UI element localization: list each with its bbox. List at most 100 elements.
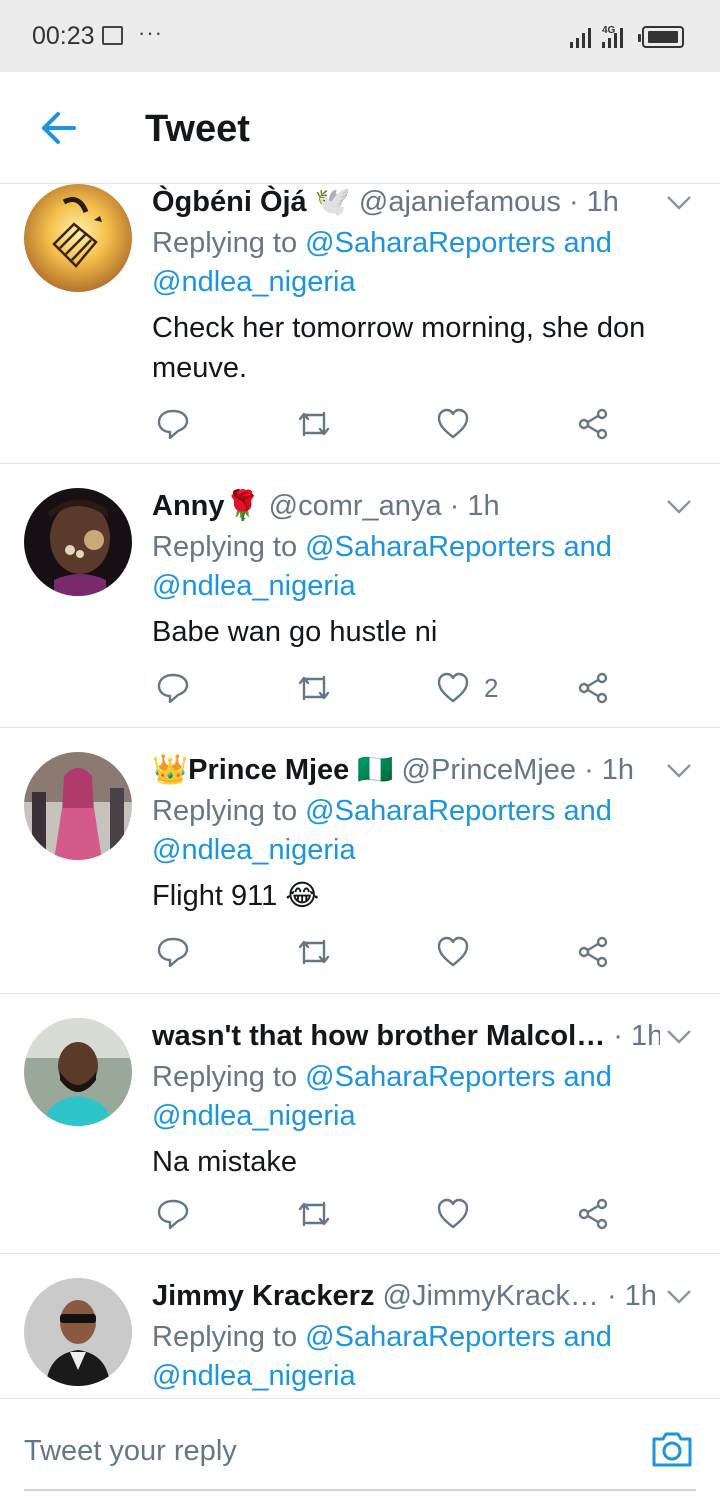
share-icon xyxy=(578,408,608,440)
replying-to: Replying to @SaharaReporters and xyxy=(152,1318,612,1357)
reply-button[interactable] xyxy=(156,404,204,444)
tweet-text: Flight 911 😂 xyxy=(152,880,320,912)
tweet-time: · 1h xyxy=(613,1020,660,1052)
share-button[interactable] xyxy=(576,668,610,708)
retweet-button[interactable] xyxy=(296,668,346,708)
reply-button[interactable] xyxy=(156,932,204,972)
mention-link[interactable]: @ndlea_nigeria xyxy=(152,1097,356,1136)
heart-icon xyxy=(437,408,469,439)
avatar[interactable] xyxy=(24,1018,132,1126)
replying-prefix: Replying to xyxy=(152,795,298,827)
reply-icon xyxy=(157,1199,189,1230)
chevron-down-icon[interactable] xyxy=(666,1028,692,1046)
replying-to: Replying to @SaharaReporters and xyxy=(152,224,612,263)
mention-link[interactable]: @ndlea_nigeria xyxy=(152,567,356,606)
mention-link[interactable]: @SaharaReporters and xyxy=(305,1321,612,1353)
retweet-button[interactable] xyxy=(296,932,346,972)
tweet-actions: 2 xyxy=(152,668,632,708)
author-name[interactable]: Ògbéni Òjá 🕊️ xyxy=(152,186,351,218)
camera-icon[interactable] xyxy=(650,1429,694,1469)
share-button[interactable] xyxy=(576,1194,610,1234)
tweet-time: · 1h xyxy=(568,186,619,218)
tweet-actions xyxy=(152,1194,632,1234)
replying-to: Replying to @SaharaReporters and xyxy=(152,1058,612,1097)
replying-prefix: Replying to xyxy=(152,531,298,563)
author-name[interactable]: Anny🌹 xyxy=(152,490,261,522)
tweet-actions xyxy=(152,932,632,972)
replying-to: Replying to @SaharaReporters and xyxy=(152,792,612,831)
reply-composer xyxy=(0,1398,720,1500)
tweet-time: · 1h xyxy=(606,1280,657,1312)
reply-underline xyxy=(24,1489,696,1491)
reply-icon xyxy=(157,673,189,704)
share-icon xyxy=(578,672,608,704)
tweet-header: Jimmy Krackerz @JimmyKrack… · 1h xyxy=(152,1276,660,1316)
heart-icon xyxy=(437,936,469,967)
author-handle[interactable]: @JimmyKrack… xyxy=(383,1280,599,1312)
mention-link[interactable]: @SaharaReporters and xyxy=(305,1061,612,1093)
avatar[interactable] xyxy=(24,752,132,860)
network-type: 4G xyxy=(602,25,616,36)
chevron-down-icon[interactable] xyxy=(666,194,692,212)
reply-icon xyxy=(157,409,189,440)
chevron-down-icon[interactable] xyxy=(666,1288,692,1306)
tweet-header: wasn't that how brother Malcol… · 1h xyxy=(152,1016,660,1056)
author-handle[interactable]: @PrinceMjee xyxy=(402,754,577,786)
app-header: Tweet xyxy=(0,72,720,184)
like-button[interactable] xyxy=(436,932,484,972)
share-button[interactable] xyxy=(576,932,610,972)
retweet-icon xyxy=(298,1201,330,1227)
author-name[interactable]: wasn't that how brother Malcol… xyxy=(152,1020,605,1052)
back-arrow-icon[interactable] xyxy=(38,110,78,146)
tweet-header: Anny🌹 @comr_anya · 1h xyxy=(152,486,660,526)
heart-icon xyxy=(437,672,469,703)
tweet-actions xyxy=(152,404,632,444)
reply-button[interactable] xyxy=(156,668,204,708)
avatar[interactable] xyxy=(24,1278,132,1386)
retweet-button[interactable] xyxy=(296,404,346,444)
signal-icon: 4G xyxy=(570,25,623,48)
battery-icon xyxy=(638,26,684,48)
mention-link[interactable]: @ndlea_nigeria xyxy=(152,1357,356,1396)
author-handle[interactable]: @comr_anya xyxy=(269,490,442,522)
retweet-icon xyxy=(298,939,330,965)
tweet-text: Check her tomorrow morning, she don meuv… xyxy=(152,312,646,384)
tweet-card[interactable]: Ògbéni Òjá 🕊️ @ajaniefamous · 1h Replyin… xyxy=(0,184,720,464)
reply-input[interactable] xyxy=(24,1431,604,1471)
tweet-time: · 1h xyxy=(449,490,500,522)
tweet-card[interactable]: wasn't that how brother Malcol… · 1h Rep… xyxy=(0,994,720,1254)
tweet-card[interactable]: Jimmy Krackerz @JimmyKrack… · 1h Replyin… xyxy=(0,1254,720,1398)
tweet-text: Na mistake xyxy=(152,1146,298,1178)
mention-link[interactable]: @ndlea_nigeria xyxy=(152,831,356,870)
chevron-down-icon[interactable] xyxy=(666,762,692,780)
avatar[interactable] xyxy=(24,488,132,596)
replying-prefix: Replying to xyxy=(152,1061,298,1093)
replies-feed[interactable]: Ògbéni Òjá 🕊️ @ajaniefamous · 1h Replyin… xyxy=(0,184,720,1398)
image-icon xyxy=(102,26,123,45)
reply-button[interactable] xyxy=(156,1194,204,1234)
replying-to: Replying to @SaharaReporters and xyxy=(152,528,612,567)
tweet-header: 👑Prince Mjee 🇳🇬 @PrinceMjee · 1h xyxy=(152,750,660,790)
author-name[interactable]: 👑Prince Mjee 🇳🇬 xyxy=(152,754,393,786)
tweet-header: Ògbéni Òjá 🕊️ @ajaniefamous · 1h xyxy=(152,184,660,222)
tweet-time: · 1h xyxy=(584,754,635,786)
more-dots-icon: ··· xyxy=(138,20,163,45)
heart-icon xyxy=(437,1198,469,1229)
avatar[interactable] xyxy=(24,184,132,292)
like-button[interactable] xyxy=(436,1194,484,1234)
tweet-card[interactable]: Anny🌹 @comr_anya · 1h Replying to @Sahar… xyxy=(0,464,720,728)
retweet-icon xyxy=(298,411,330,437)
share-icon xyxy=(578,1198,608,1230)
tweet-card[interactable]: 👑Prince Mjee 🇳🇬 @PrinceMjee · 1h Replyin… xyxy=(0,728,720,994)
retweet-button[interactable] xyxy=(296,1194,346,1234)
like-button[interactable]: 2 xyxy=(436,668,498,708)
mention-link[interactable]: @SaharaReporters and xyxy=(305,531,612,563)
author-handle[interactable]: @ajaniefamous xyxy=(359,186,561,218)
mention-link[interactable]: @SaharaReporters and xyxy=(305,227,612,259)
mention-link[interactable]: @SaharaReporters and xyxy=(305,795,612,827)
mention-link[interactable]: @ndlea_nigeria xyxy=(152,263,356,302)
like-button[interactable] xyxy=(436,404,484,444)
share-button[interactable] xyxy=(576,404,610,444)
chevron-down-icon[interactable] xyxy=(666,498,692,516)
author-name[interactable]: Jimmy Krackerz xyxy=(152,1280,374,1312)
